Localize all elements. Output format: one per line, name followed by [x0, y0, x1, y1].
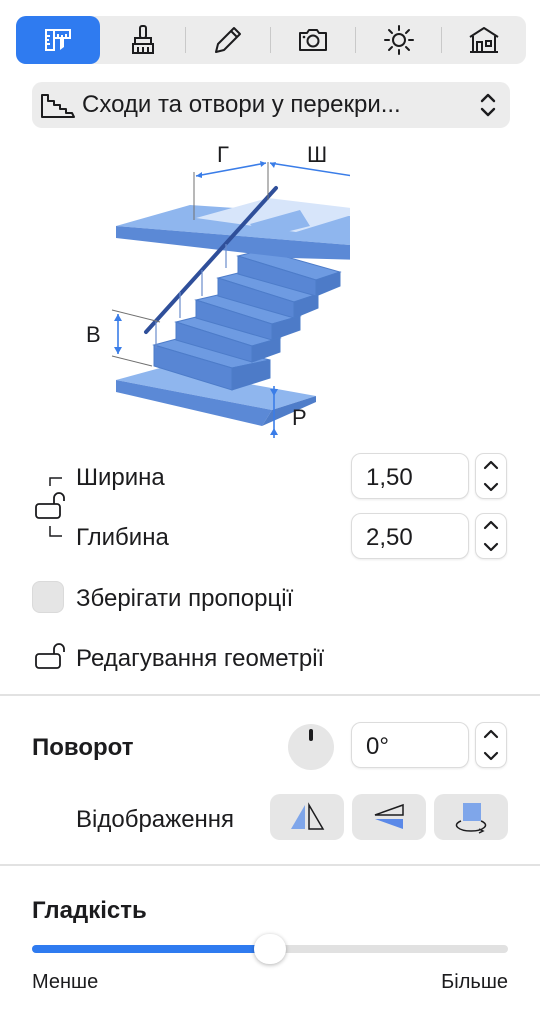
depth-increment-button[interactable]: [476, 514, 506, 536]
smoothness-slider-fill: [32, 945, 270, 953]
rotation-title: Поворот: [32, 734, 134, 761]
house-icon: [469, 27, 499, 53]
dial-indicator: [309, 729, 313, 741]
dimension-label-r: Р: [292, 405, 307, 430]
tab-house[interactable]: [442, 16, 526, 64]
edit-geometry-label[interactable]: Редагування геометрії: [76, 645, 324, 673]
chevron-up-icon: [483, 520, 499, 530]
pencil-icon: [214, 27, 241, 53]
chevron-down-icon: [483, 482, 499, 492]
tab-dimensions[interactable]: [16, 16, 101, 64]
flip-horizontal-button[interactable]: [270, 794, 344, 840]
width-label: Ширина: [76, 464, 165, 491]
keep-proportions-label: Зберігати пропорції: [76, 585, 294, 612]
depth-decrement-button[interactable]: [476, 536, 506, 558]
section-divider: [0, 864, 540, 866]
proportion-lock-icon[interactable]: [34, 468, 78, 548]
rotation-increment-button[interactable]: [476, 723, 506, 745]
object-type-dropdown[interactable]: Сходи та отвори у перекри...: [32, 82, 510, 128]
width-stepper[interactable]: [475, 453, 507, 499]
width-decrement-button[interactable]: [476, 476, 506, 498]
tool-tab-bar: [16, 16, 526, 64]
tab-camera[interactable]: [271, 16, 355, 64]
chevron-up-down-icon: [480, 93, 496, 117]
flip-vertical-icon: [374, 803, 404, 829]
chevron-up-icon: [483, 729, 499, 739]
flip-horizontal-icon: [291, 802, 325, 830]
rotate-3d-button[interactable]: [434, 794, 508, 840]
depth-stepper[interactable]: [475, 513, 507, 559]
width-field[interactable]: 1,50: [351, 453, 469, 499]
lock-open-icon[interactable]: [34, 642, 70, 672]
rotation-stepper[interactable]: [475, 722, 507, 768]
dimension-label-g: Г: [217, 142, 229, 167]
staircase-diagram: Г Ш В Р: [86, 142, 350, 438]
dimension-label-v: В: [86, 322, 101, 347]
tab-materials[interactable]: [100, 16, 184, 64]
chevron-up-icon: [483, 460, 499, 470]
depth-field[interactable]: 2,50: [351, 513, 469, 559]
paint-brush-icon: [131, 25, 154, 54]
keep-proportions-checkbox[interactable]: [32, 581, 64, 613]
rotation-field[interactable]: 0°: [351, 722, 469, 768]
width-increment-button[interactable]: [476, 454, 506, 476]
smoothness-max-label: Більше: [441, 971, 508, 993]
rotation-decrement-button[interactable]: [476, 745, 506, 767]
stairs-icon: [41, 94, 75, 118]
chevron-down-icon: [483, 751, 499, 761]
flip-vertical-button[interactable]: [352, 794, 426, 840]
camera-icon: [299, 29, 328, 51]
dimension-label-sh: Ш: [307, 142, 327, 167]
mirror-label: Відображення: [76, 806, 235, 833]
section-divider: [0, 694, 540, 696]
rotate-3d-icon: [455, 803, 487, 834]
chevron-down-icon: [483, 542, 499, 552]
tab-edit[interactable]: [186, 16, 270, 64]
tab-lighting[interactable]: [356, 16, 440, 64]
rotation-dial[interactable]: [288, 724, 334, 770]
smoothness-min-label: Менше: [32, 971, 99, 993]
depth-label: Глибина: [76, 524, 169, 551]
sun-icon: [383, 25, 414, 55]
smoothness-slider-knob[interactable]: [254, 934, 286, 964]
smoothness-slider[interactable]: [32, 934, 508, 964]
smoothness-title: Гладкість: [32, 897, 147, 924]
ruler-caliper-icon: [45, 29, 72, 51]
object-type-label: Сходи та отвори у перекри...: [82, 91, 401, 118]
